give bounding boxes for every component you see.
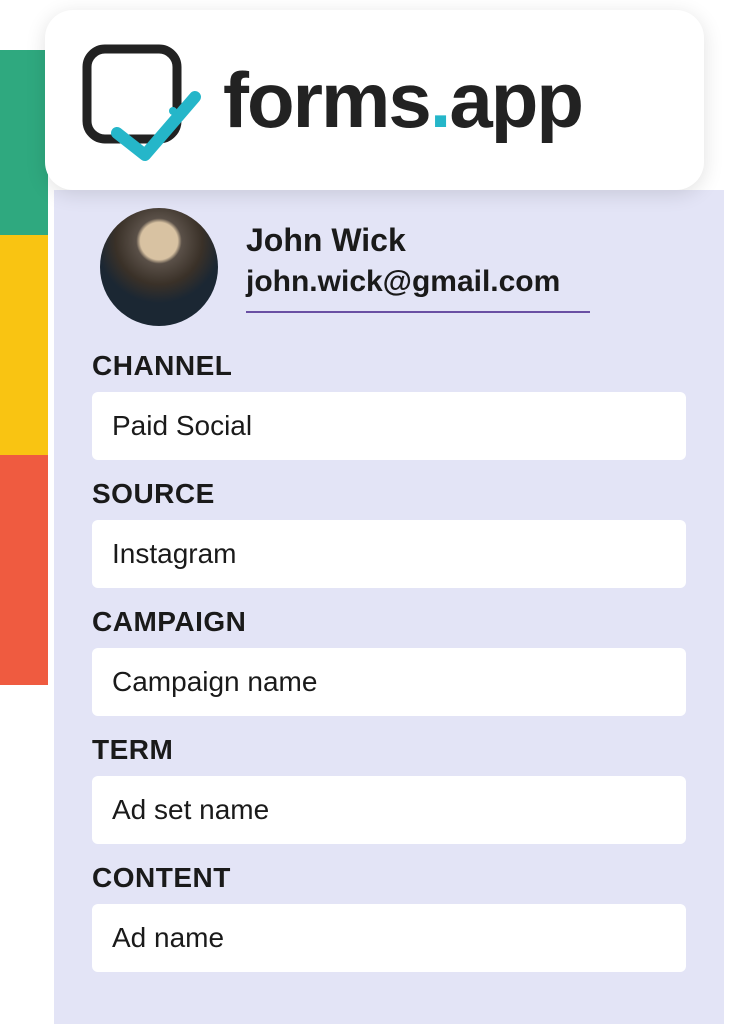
form-panel: John Wick john.wick@gmail.com CHANNEL SO… <box>54 190 724 1024</box>
logo-text-part1: forms <box>223 56 430 144</box>
field-term: TERM <box>92 734 686 844</box>
field-source: SOURCE <box>92 478 686 588</box>
user-name: John Wick <box>246 222 560 259</box>
user-row: John Wick john.wick@gmail.com <box>92 208 686 326</box>
channel-input[interactable] <box>92 392 686 460</box>
term-input[interactable] <box>92 776 686 844</box>
field-term-label: TERM <box>92 734 686 766</box>
user-email: john.wick@gmail.com <box>246 265 560 299</box>
user-info: John Wick john.wick@gmail.com <box>246 222 590 313</box>
field-channel-label: CHANNEL <box>92 350 686 382</box>
logo-text-dot: . <box>430 56 450 144</box>
field-campaign: CAMPAIGN <box>92 606 686 716</box>
decorative-strip-yellow <box>0 235 48 455</box>
content-input[interactable] <box>92 904 686 972</box>
campaign-input[interactable] <box>92 648 686 716</box>
field-channel: CHANNEL <box>92 350 686 460</box>
field-campaign-label: CAMPAIGN <box>92 606 686 638</box>
brand-header: forms.app <box>45 10 704 190</box>
logo-text-part2: app <box>449 56 582 144</box>
field-content: CONTENT <box>92 862 686 972</box>
logo-text: forms.app <box>223 55 582 146</box>
avatar <box>100 208 218 326</box>
decorative-strip-green <box>0 50 48 235</box>
source-input[interactable] <box>92 520 686 588</box>
decorative-strip-red <box>0 455 48 685</box>
field-source-label: SOURCE <box>92 478 686 510</box>
logo-icon <box>73 35 203 165</box>
field-content-label: CONTENT <box>92 862 686 894</box>
